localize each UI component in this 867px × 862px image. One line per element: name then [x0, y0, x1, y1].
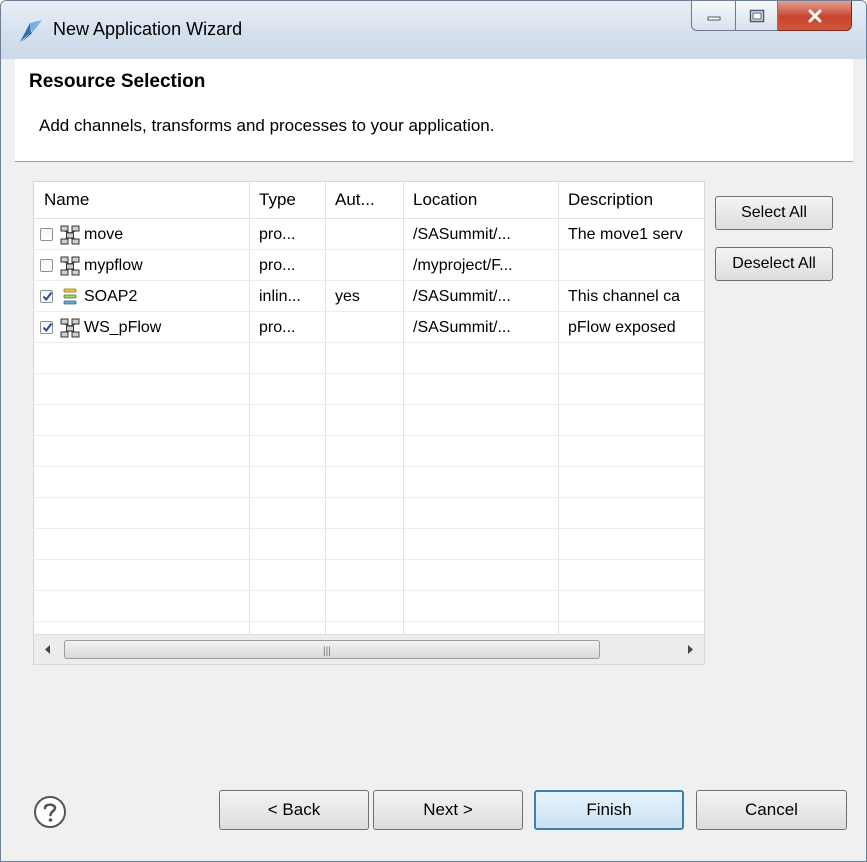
row-checkbox[interactable]	[40, 259, 53, 272]
resource-name: SOAP2	[84, 288, 138, 305]
close-icon	[808, 9, 821, 22]
resource-type: pro...	[259, 257, 296, 274]
row-checkbox[interactable]	[40, 228, 53, 241]
finish-button[interactable]: Finish	[534, 790, 684, 830]
resource-type: inlin...	[259, 288, 301, 305]
column-header-name[interactable]: Name	[34, 182, 249, 218]
title-bar[interactable]: New Application Wizard	[1, 1, 866, 59]
table-row[interactable]: WS_pFlow	[34, 312, 249, 343]
resource-location: /myproject/F...	[413, 257, 513, 274]
column-header-auto[interactable]: Aut...	[325, 182, 403, 218]
table-row[interactable]: mypflow	[34, 250, 249, 281]
resource-description	[558, 250, 704, 281]
resource-name: mypflow	[84, 257, 143, 274]
resource-description: The move1 serv	[568, 226, 683, 243]
column-header-type[interactable]: Type	[249, 182, 325, 218]
help-icon[interactable]	[33, 795, 67, 829]
app-icon	[20, 20, 42, 42]
table-row[interactable]: SOAP2	[34, 281, 249, 312]
checkmark-icon	[42, 291, 53, 302]
row-checkbox[interactable]	[40, 290, 53, 303]
table-row[interactable]: move	[34, 219, 249, 250]
maximize-icon	[749, 9, 764, 22]
process-icon	[60, 256, 80, 275]
resource-name: WS_pFlow	[84, 319, 162, 336]
resource-auto: yes	[335, 288, 360, 305]
wizard-footer: < Back Next > Finish Cancel	[1, 761, 866, 861]
maximize-button[interactable]	[736, 1, 778, 31]
resource-location: /SASummit/...	[413, 319, 511, 336]
next-button[interactable]: Next >	[373, 790, 523, 830]
row-checkbox[interactable]	[40, 321, 53, 334]
arrow-left-icon	[45, 645, 50, 654]
resource-description: This channel ca	[568, 288, 681, 305]
minimize-button[interactable]	[691, 1, 736, 31]
resource-type: pro...	[259, 226, 296, 243]
page-title: Resource Selection	[29, 71, 206, 92]
scrollbar-thumb[interactable]: |||	[64, 640, 600, 659]
resource-name: move	[84, 226, 124, 243]
channel-icon	[63, 288, 77, 304]
page-description: Add channels, transforms and processes t…	[39, 116, 495, 135]
process-icon	[60, 318, 80, 337]
grip-icon: |||	[323, 646, 331, 657]
resource-description: pFlow exposed	[568, 319, 676, 336]
back-button[interactable]: < Back	[219, 790, 369, 830]
resource-type: pro...	[259, 319, 296, 336]
resource-table[interactable]: Name Type Aut... Location Description mo…	[33, 181, 705, 665]
resource-auto	[325, 250, 403, 281]
resource-auto	[325, 312, 403, 343]
deselect-all-button[interactable]: Deselect All	[715, 247, 833, 281]
cancel-button[interactable]: Cancel	[696, 790, 847, 830]
wizard-header: Resource Selection Add channels, transfo…	[15, 59, 853, 162]
horizontal-scrollbar[interactable]: |||	[34, 634, 704, 664]
column-header-description[interactable]: Description	[558, 182, 704, 218]
wizard-content: Name Type Aut... Location Description mo…	[15, 162, 853, 758]
wizard-window: New Application Wizard Resource Selectio…	[0, 0, 867, 862]
resource-location: /SASummit/...	[413, 288, 511, 305]
scroll-right-button[interactable]	[676, 635, 704, 664]
close-button[interactable]	[778, 1, 852, 31]
window-controls	[691, 1, 852, 33]
scroll-left-button[interactable]	[34, 635, 62, 664]
process-icon	[60, 225, 80, 244]
resource-location: /SASummit/...	[413, 226, 511, 243]
window-title: New Application Wizard	[53, 19, 243, 39]
minimize-icon	[707, 16, 720, 20]
checkmark-icon	[42, 322, 53, 333]
select-all-button[interactable]: Select All	[715, 196, 833, 230]
column-header-location[interactable]: Location	[403, 182, 558, 218]
arrow-right-icon	[688, 645, 693, 654]
resource-auto	[325, 219, 403, 250]
